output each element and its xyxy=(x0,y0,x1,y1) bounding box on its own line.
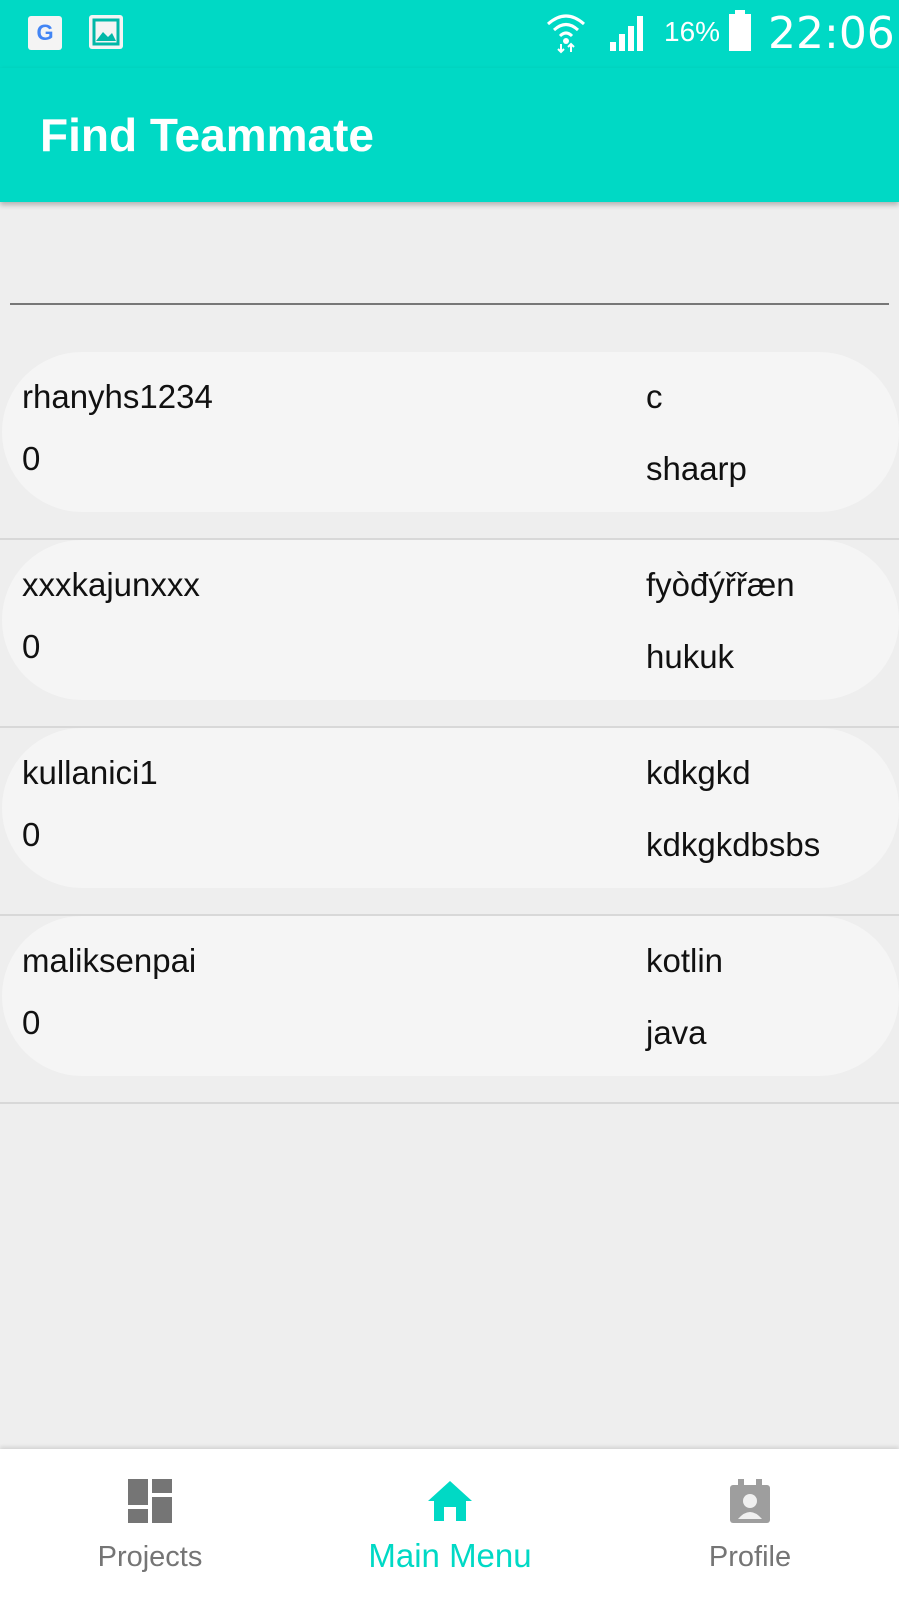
skill-primary: c xyxy=(646,378,663,415)
dashboard-icon xyxy=(128,1479,172,1523)
gallery-icon xyxy=(89,15,123,49)
user-score: 0 xyxy=(22,628,41,665)
skill-secondary: kdkgkdbsbs xyxy=(646,826,821,863)
search-input[interactable] xyxy=(10,230,889,306)
list-item[interactable]: kullanici1 0 kdkgkd kdkgkdbsbs xyxy=(0,728,899,916)
list-item[interactable]: maliksenpai 0 kotlin java xyxy=(0,916,899,1104)
list-item[interactable]: xxxkajunxxx 0 fyòđýřřæn hukuk xyxy=(0,540,899,728)
nav-item-profile[interactable]: Profile xyxy=(600,1449,899,1599)
nav-item-projects[interactable]: Projects xyxy=(0,1449,300,1599)
page-title: Find Teammate xyxy=(40,109,374,161)
skill-primary: fyòđýřřæn xyxy=(646,566,795,603)
username: maliksenpai xyxy=(22,942,197,979)
nav-label-projects: Projects xyxy=(97,1541,203,1573)
user-score: 0 xyxy=(22,1004,41,1041)
home-icon xyxy=(428,1481,472,1521)
signal-icon xyxy=(610,16,643,51)
user-score: 0 xyxy=(22,440,41,477)
wifi-icon xyxy=(547,14,585,54)
google-icon: G xyxy=(28,16,62,50)
user-card[interactable]: kullanici1 0 kdkgkd kdkgkdbsbs xyxy=(2,728,899,888)
status-bar: G 16% 22:06 xyxy=(0,0,899,68)
skill-secondary: java xyxy=(646,1014,707,1051)
nav-label-main-menu: Main Menu xyxy=(368,1537,532,1574)
search-underline xyxy=(10,303,889,305)
user-card[interactable]: rhanyhs1234 0 c shaarp xyxy=(2,352,899,512)
skill-primary: kotlin xyxy=(646,942,724,979)
user-card[interactable]: xxxkajunxxx 0 fyòđýřřæn hukuk xyxy=(2,540,899,700)
nav-label-profile: Profile xyxy=(708,1541,792,1573)
battery-icon xyxy=(729,10,751,51)
username: kullanici1 xyxy=(22,754,158,791)
user-list: rhanyhs1234 0 c shaarp xxxkajunxxx 0 fyò… xyxy=(0,352,899,1104)
profile-badge-icon xyxy=(730,1479,770,1523)
clock: 22:06 xyxy=(768,8,895,59)
username: xxxkajunxxx xyxy=(22,566,200,603)
skill-primary: kdkgkd xyxy=(646,754,751,791)
bottom-navigation: Projects Main Menu Profile xyxy=(0,1449,899,1599)
nav-item-main-menu[interactable]: Main Menu xyxy=(300,1449,600,1599)
skill-secondary: shaarp xyxy=(646,450,747,487)
app-bar: Find Teammate xyxy=(0,68,899,202)
skill-secondary: hukuk xyxy=(646,638,735,675)
user-card[interactable]: maliksenpai 0 kotlin java xyxy=(2,916,899,1076)
battery-percent: 16% xyxy=(664,16,721,47)
list-item[interactable]: rhanyhs1234 0 c shaarp xyxy=(0,352,899,540)
user-score: 0 xyxy=(22,816,41,853)
username: rhanyhs1234 xyxy=(22,378,213,415)
